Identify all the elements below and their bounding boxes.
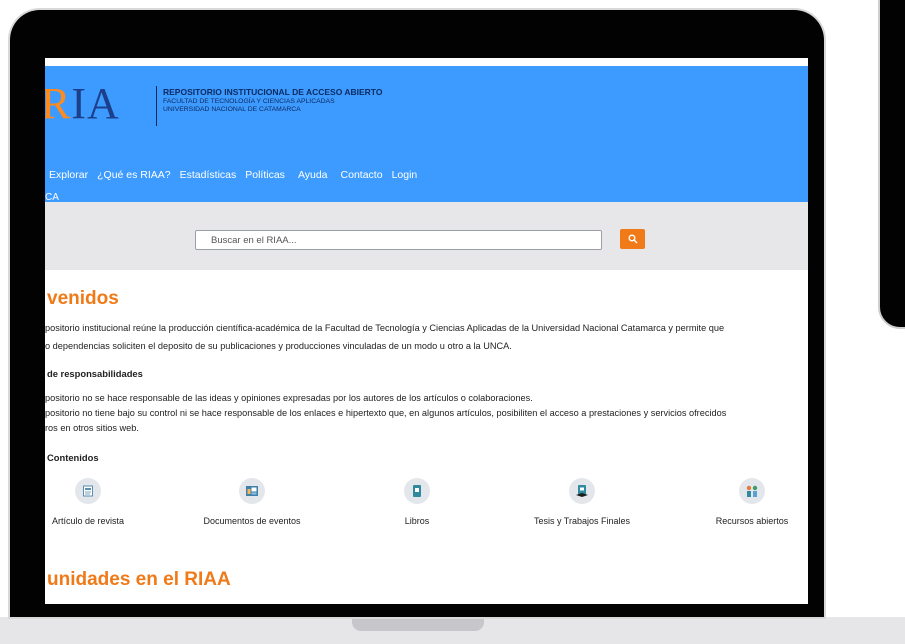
category-recursos-abiertos[interactable]: Recursos abiertos [687,478,808,526]
responsibilities-line-1: positorio no se hace responsable de las … [45,393,533,403]
intro-paragraph-line-1: positorio institucional reúne la producc… [45,323,725,333]
logo-letters-ia: IA [71,79,120,128]
main-nav: Explorar ¿Qué es RIAA? Estadísticas Polí… [49,169,426,185]
nav-que-es-riaa[interactable]: ¿Qué es RIAA? [97,169,171,185]
category-libros[interactable]: Libros [352,478,482,526]
welcome-heading: venidos [47,288,119,309]
nav-ayuda[interactable]: Ayuda [298,169,328,185]
browser-screen: RIA REPOSITORIO INSTITUCIONAL DE ACCESO … [45,58,808,604]
site-subtitle-university: UNIVERSIDAD NACIONAL DE CATAMARCA [163,106,301,113]
search-icon [628,234,637,244]
category-label: Recursos abiertos [715,516,789,526]
site-logo[interactable]: RIA [45,82,161,126]
article-icon [75,478,101,504]
site-title: REPOSITORIO INSTITUCIONAL DE ACCESO ABIE… [163,87,383,97]
site-subtitle-faculty: FACULTAD DE TECNOLOGÍA Y CIENCIAS APLICA… [163,98,335,105]
category-label: Documentos de eventos [203,516,301,526]
category-label: Artículo de revista [51,516,125,526]
communities-heading: unidades en el RIAA [47,569,231,590]
nav-login[interactable]: Login [392,169,418,185]
thesis-icon [569,478,595,504]
intro-paragraph-line-2: o dependencias soliciten el deposito de … [45,341,512,351]
open-resources-icon [739,478,765,504]
category-label: Libros [404,516,430,526]
laptop-hinge [352,617,484,631]
search-input[interactable]: Buscar en el RIAA... [195,230,602,250]
category-label: Tesis y Trabajos Finales [533,516,631,526]
event-documents-icon [239,478,265,504]
site-title-block: REPOSITORIO INSTITUCIONAL DE ACCESO ABIE… [163,88,443,114]
responsibilities-line-2: positorio no tiene bajo su control ni se… [45,408,727,418]
phone-frame [878,0,905,329]
contents-heading: Contenidos [47,452,99,463]
category-tesis-trabajos[interactable]: Tesis y Trabajos Finales [517,478,647,526]
logo-letter-r: R [45,79,72,128]
responsibilities-line-3: ros en otros sitios web. [45,423,139,433]
category-documentos-eventos[interactable]: Documentos de eventos [187,478,317,526]
laptop-frame: RIA REPOSITORIO INSTITUCIONAL DE ACCESO … [10,10,824,617]
nav-explorar[interactable]: Explorar [49,169,88,185]
search-button[interactable] [620,229,645,249]
nav-contacto[interactable]: Contacto [341,169,383,185]
book-icon [404,478,430,504]
nav-estadisticas[interactable]: Estadísticas [180,169,237,185]
search-bar: Buscar en el RIAA... [45,202,808,270]
responsibilities-heading: de responsabilidades [47,368,143,379]
logo-divider [156,86,157,126]
nav-politicas[interactable]: Políticas [245,169,285,185]
category-articulo-revista[interactable]: Artículo de revista [45,478,153,526]
